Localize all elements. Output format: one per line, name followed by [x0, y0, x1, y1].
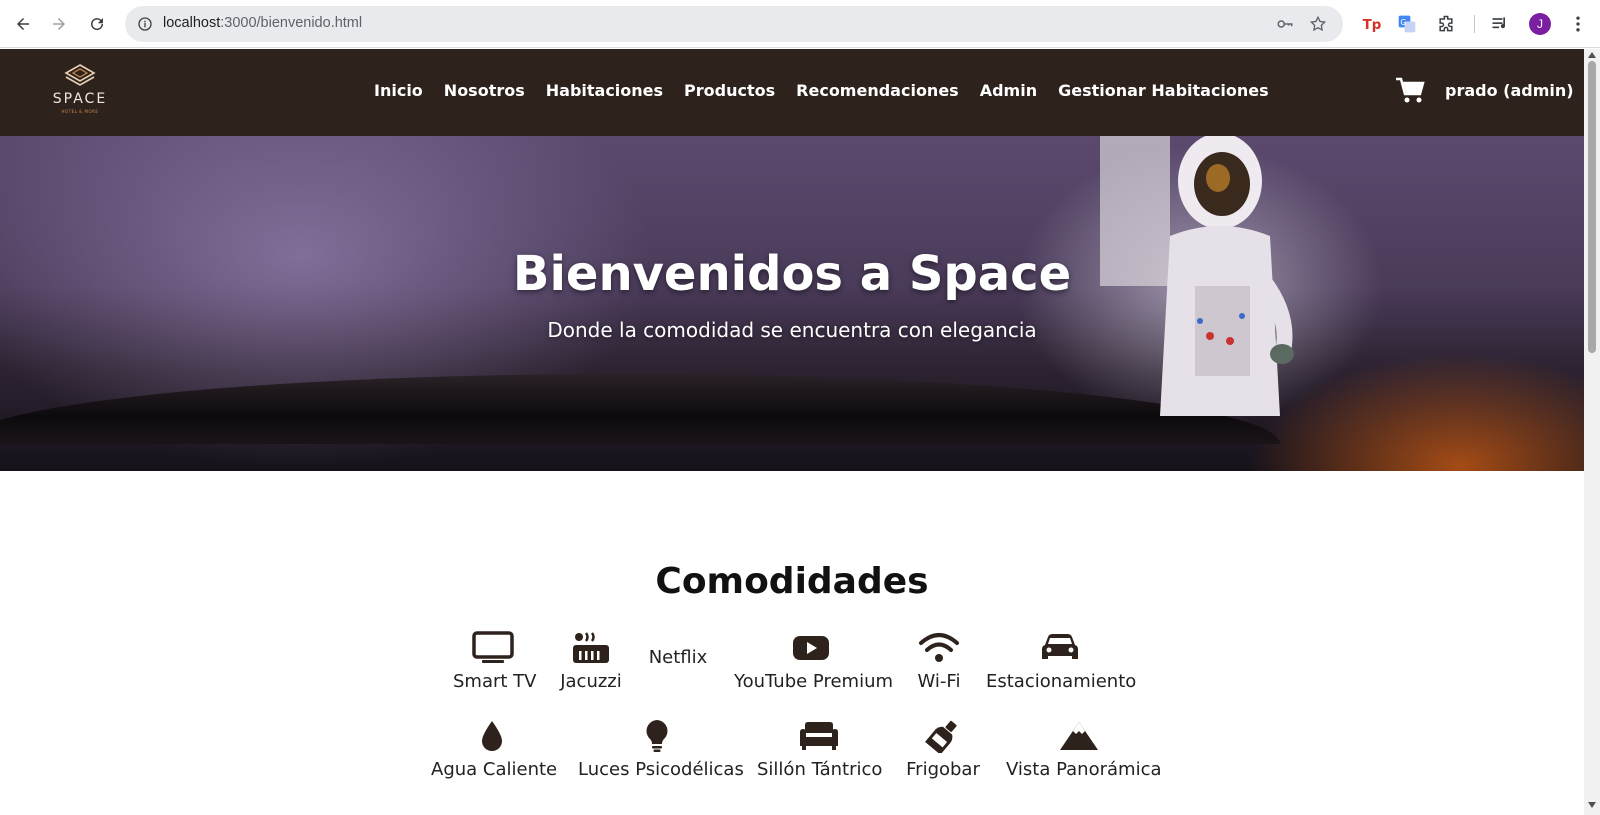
reload-icon[interactable]	[83, 10, 111, 38]
nav-nosotros[interactable]: Nosotros	[444, 81, 525, 100]
nav-gestionar-habitaciones[interactable]: Gestionar Habitaciones	[1058, 81, 1269, 100]
page-scrollbar[interactable]	[1584, 49, 1600, 815]
url-text: localhost:3000/bienvenido.html	[163, 15, 362, 31]
amenity-label: Luces Psicodélicas	[578, 759, 744, 780]
amenity-label: YouTube Premium	[734, 671, 894, 692]
site-logo[interactable]: SPACE HOTEL & MORE	[50, 63, 110, 119]
amenity-label: Jacuzzi	[560, 671, 622, 692]
amenity-vista-panoramica: Vista Panorámica	[1006, 719, 1162, 780]
extensions-puzzle-icon[interactable]	[1434, 12, 1458, 36]
wifi-icon	[918, 631, 960, 665]
scroll-down-icon[interactable]	[1587, 801, 1597, 809]
hero-banner: Bienvenidos a Space Donde la comodidad s…	[0, 136, 1584, 471]
youtube-icon	[790, 631, 832, 665]
site-header: SPACE HOTEL & MORE Inicio Nosotros Habit…	[0, 49, 1584, 136]
bottle-icon	[922, 719, 964, 755]
forward-icon[interactable]	[45, 10, 73, 38]
address-bar[interactable]: localhost:3000/bienvenido.html	[125, 6, 1343, 42]
svg-text:Tp: Tp	[1363, 18, 1381, 33]
media-control-icon[interactable]	[1488, 12, 1512, 36]
back-icon[interactable]	[9, 10, 37, 38]
user-menu[interactable]: prado (admin)	[1445, 81, 1574, 100]
nav-productos[interactable]: Productos	[684, 81, 775, 100]
amenities-title: Comodidades	[655, 561, 929, 602]
hot-tub-icon	[570, 631, 612, 665]
amenity-luces-psicodelicas: Luces Psicodélicas	[578, 719, 744, 780]
amenity-label: Agua Caliente	[431, 759, 558, 780]
extension-tp-icon[interactable]: Tp	[1359, 12, 1383, 36]
profile-avatar[interactable]: J	[1529, 13, 1551, 35]
site-info-icon[interactable]	[135, 14, 155, 34]
amenity-agua-caliente: Agua Caliente	[431, 719, 557, 780]
amenity-sillon-tantrico: Sillón Tántrico	[757, 719, 883, 780]
nav-habitaciones[interactable]: Habitaciones	[546, 81, 663, 100]
lightbulb-icon	[636, 719, 678, 753]
amenity-label: Frigobar	[906, 759, 980, 780]
amenity-wifi: Wi-Fi	[910, 631, 968, 692]
nav-recomendaciones[interactable]: Recomendaciones	[796, 81, 959, 100]
cart-icon[interactable]	[1395, 77, 1425, 105]
amenity-frigobar: Frigobar	[904, 719, 982, 780]
tv-icon	[472, 631, 514, 665]
hero-title: Bienvenidos a Space	[512, 246, 1072, 302]
amenity-label: Sillón Tántrico	[757, 759, 883, 780]
nav-inicio[interactable]: Inicio	[374, 81, 423, 100]
scroll-up-icon[interactable]	[1587, 51, 1597, 59]
hero-reception-desk	[0, 374, 1280, 444]
toolbar-separator	[1474, 15, 1475, 33]
browser-toolbar: localhost:3000/bienvenido.html Tp G J	[0, 0, 1600, 48]
main-nav: Inicio Nosotros Habitaciones Productos R…	[374, 81, 1290, 100]
url-host: localhost	[163, 15, 221, 31]
key-icon[interactable]	[1275, 14, 1295, 34]
svg-text:G: G	[1400, 18, 1406, 27]
logo-diamond-icon	[64, 64, 96, 86]
amenity-netflix: Netflix	[646, 647, 710, 668]
menu-dots-icon[interactable]	[1566, 12, 1590, 36]
amenity-estacionamiento: Estacionamiento	[986, 631, 1137, 692]
amenity-label: Vista Panorámica	[1006, 759, 1162, 780]
scrollbar-thumb[interactable]	[1588, 61, 1596, 353]
amenity-label: Smart TV	[453, 671, 537, 692]
nav-admin[interactable]: Admin	[980, 81, 1037, 100]
amenity-label: Wi-Fi	[917, 671, 961, 692]
url-path: :3000/bienvenido.html	[220, 15, 363, 31]
couch-icon	[798, 719, 840, 753]
amenity-smart-tv: Smart TV	[453, 631, 537, 692]
amenity-youtube-premium: YouTube Premium	[734, 631, 893, 692]
logo-tagline: HOTEL & MORE	[61, 109, 99, 114]
translate-icon[interactable]: G	[1395, 12, 1419, 36]
star-icon[interactable]	[1308, 14, 1328, 34]
droplet-icon	[471, 719, 513, 753]
mountain-icon	[1058, 719, 1100, 753]
logo-wordmark: SPACE	[52, 91, 108, 107]
car-icon	[1039, 631, 1081, 665]
amenity-jacuzzi: Jacuzzi	[558, 631, 624, 692]
amenity-label: Netflix	[648, 647, 708, 668]
hero-subtitle: Donde la comodidad se encuentra con eleg…	[547, 318, 1037, 342]
amenity-label: Estacionamiento	[986, 671, 1137, 692]
